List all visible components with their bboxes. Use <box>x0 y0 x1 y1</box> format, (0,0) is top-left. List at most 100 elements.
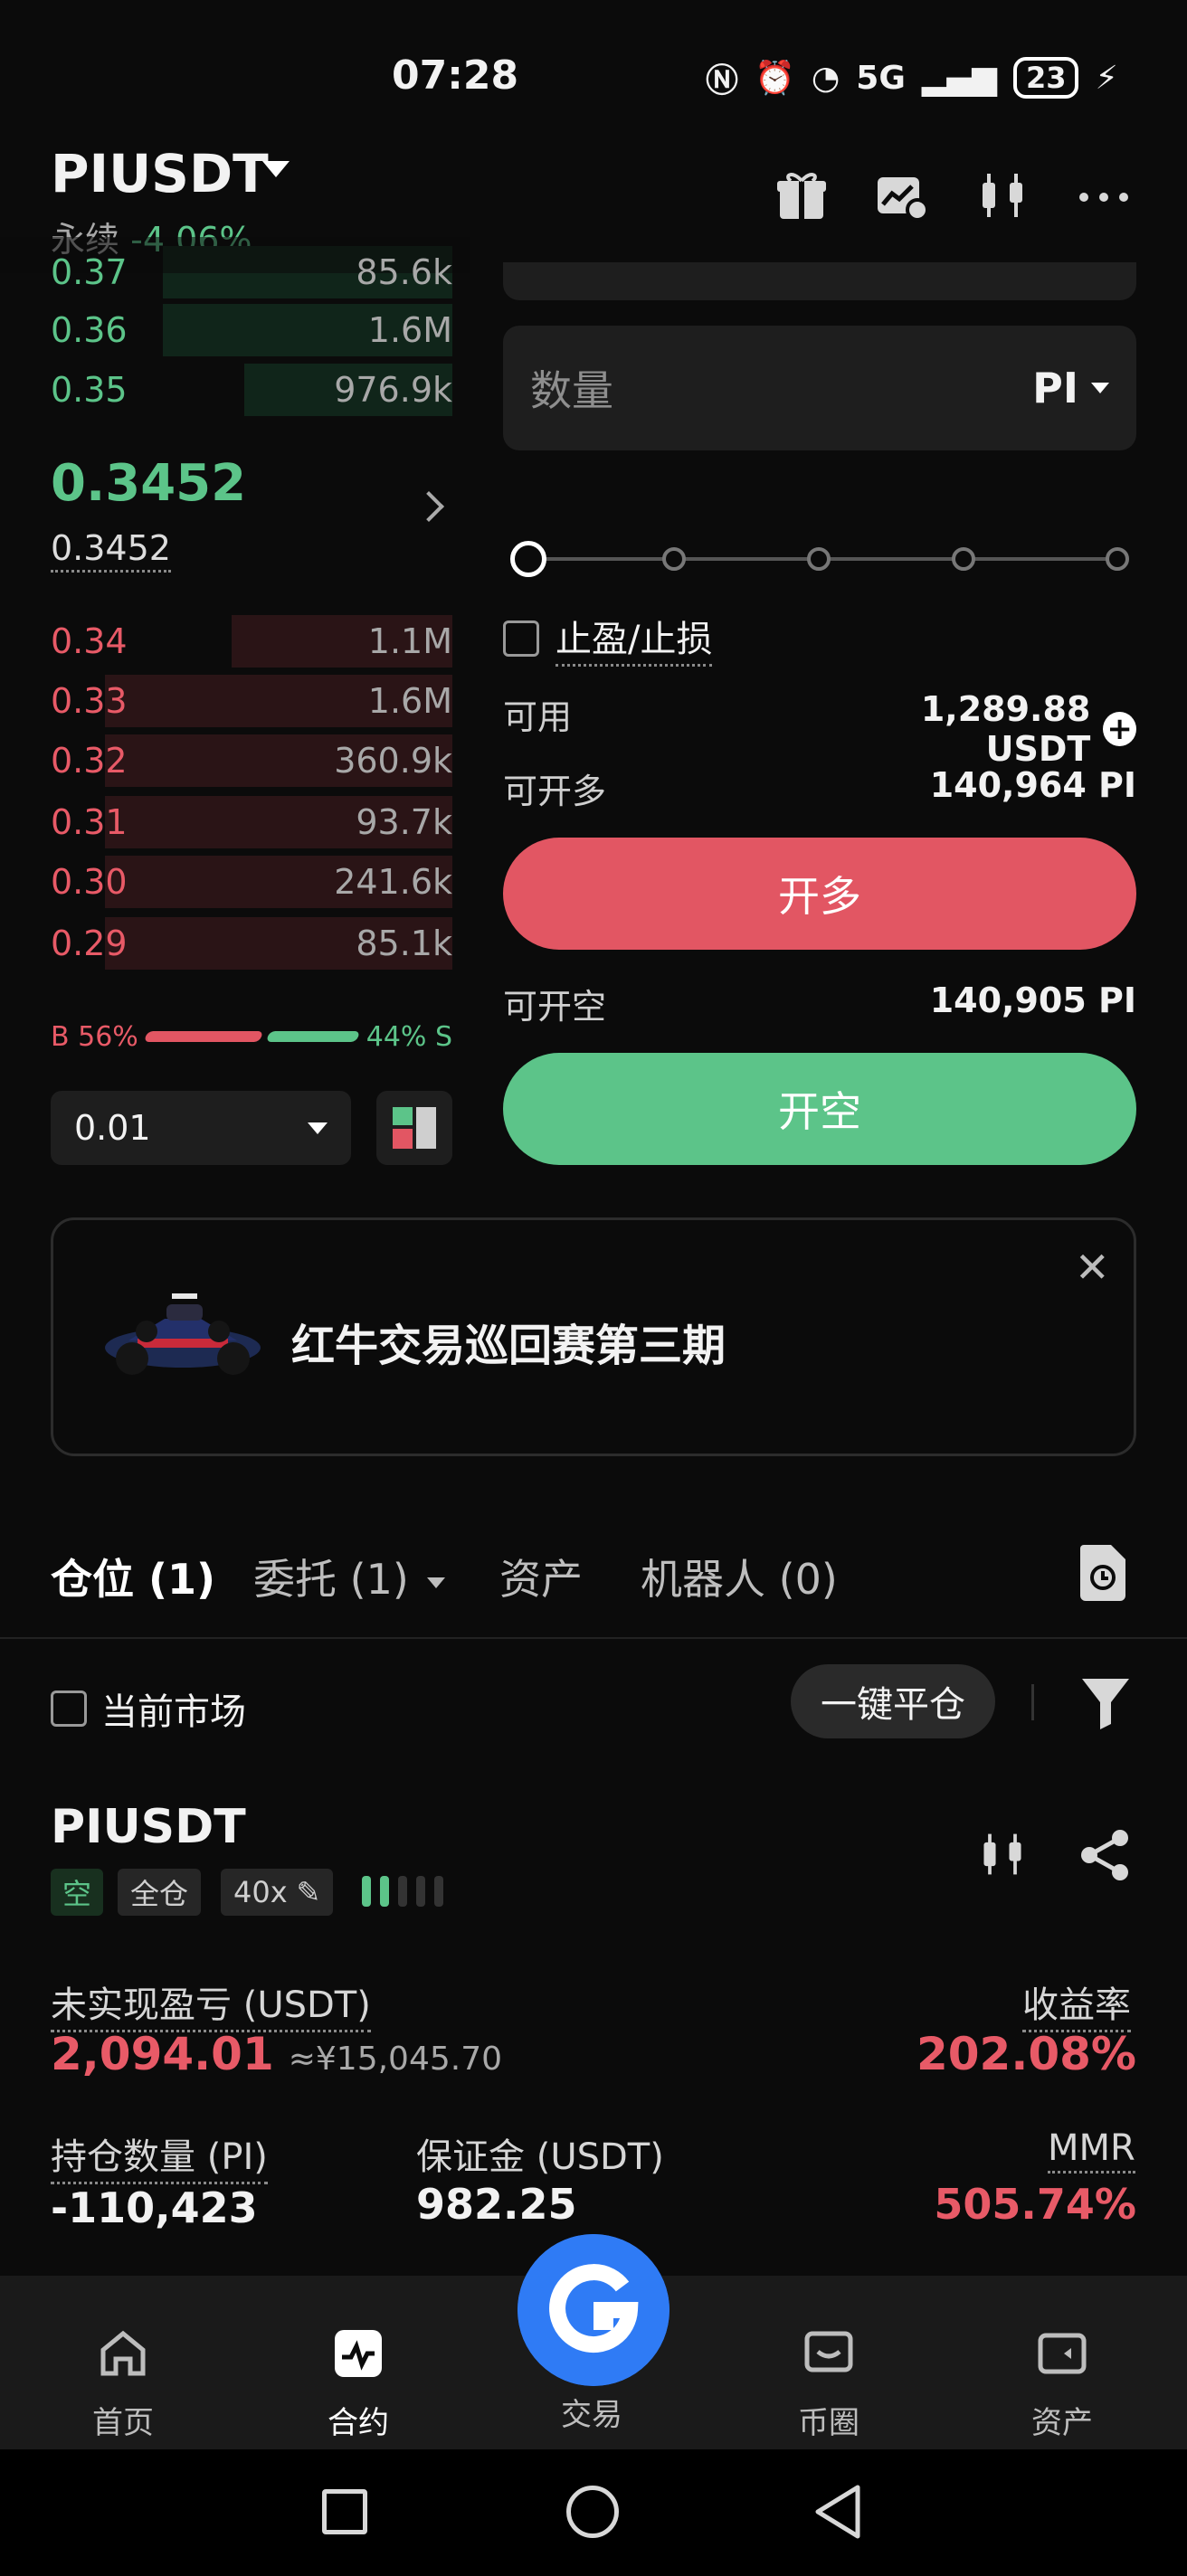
chart-settings-icon[interactable] <box>874 168 928 223</box>
bid-row[interactable]: 0.31 93.7k <box>51 792 452 852</box>
margin-mode-badge: 全仓 <box>118 1869 202 1916</box>
wallet-icon <box>1038 2333 1087 2374</box>
sell-ratio-bar <box>266 1031 361 1042</box>
buy-sell-ratio: B 56% 44% S <box>51 1018 452 1055</box>
candlestick-icon[interactable] <box>977 1827 1028 1881</box>
leverage-value: 40x <box>233 1875 288 1909</box>
more-icon[interactable] <box>1077 168 1131 223</box>
quantity-placeholder: 数量 <box>530 366 613 415</box>
mark-price[interactable]: 0.3452 <box>51 528 171 573</box>
nav-futures[interactable]: 合约 <box>295 2330 422 2442</box>
trade-fab-icon[interactable] <box>518 2234 669 2386</box>
margin-label: 保证金 (USDT) <box>416 2136 664 2178</box>
slider-stop-25[interactable] <box>662 547 686 571</box>
ask-row[interactable]: 0.36 1.6M <box>51 300 452 360</box>
bid-price: 0.34 <box>51 621 128 661</box>
ask-price: 0.35 <box>51 370 128 410</box>
share-icon[interactable] <box>1078 1829 1131 1881</box>
pair-title[interactable]: PIUSDT <box>51 143 269 204</box>
position-qty-value: -110,423 <box>51 2183 258 2232</box>
nav-futures-label: 合约 <box>328 2405 389 2441</box>
risk-bar <box>362 1876 371 1907</box>
tab-positions[interactable]: 仓位 (1) <box>51 1547 215 1606</box>
position-symbol[interactable]: PIUSDT <box>51 1800 246 1854</box>
bid-row[interactable]: 0.34 1.1M <box>51 611 452 671</box>
open-long-button[interactable]: 开多 <box>503 838 1136 950</box>
open-short-button[interactable]: 开空 <box>503 1053 1136 1165</box>
current-market-checkbox[interactable] <box>51 1690 87 1727</box>
signal-icon: ▂▄▆ <box>921 59 997 97</box>
order-history-icon[interactable] <box>1080 1545 1125 1601</box>
tp-sl-checkbox[interactable] <box>503 620 539 657</box>
nav-circle-label: 币圈 <box>798 2405 859 2441</box>
tab-divider <box>0 1637 1187 1639</box>
roe-value: 202.08% <box>916 2028 1136 2080</box>
risk-bar <box>380 1876 389 1907</box>
tab-bots[interactable]: 机器人 (0) <box>641 1547 838 1606</box>
home-icon <box>100 2330 146 2376</box>
alarm-icon: ⏰ <box>755 60 795 97</box>
bid-price: 0.29 <box>51 923 128 963</box>
chevron-down-icon[interactable] <box>262 161 290 177</box>
can-long-value: 140,964 PI <box>929 765 1136 805</box>
precision-select[interactable]: 0.01 <box>51 1091 351 1165</box>
ask-size: 1.6M <box>367 310 452 350</box>
bid-size: 1.6M <box>367 681 452 721</box>
unrealized-pnl: 2,094.01 ≈¥15,045.70 <box>51 2028 502 2080</box>
bid-row[interactable]: 0.30 241.6k <box>51 852 452 912</box>
bid-row[interactable]: 0.32 360.9k <box>51 731 452 791</box>
bid-size: 1.1M <box>367 621 452 661</box>
available-value: 1,289.88 USDT <box>920 689 1091 769</box>
current-market-label: 当前市场 <box>101 1691 246 1733</box>
slider-stop-75[interactable] <box>952 547 975 571</box>
mmr-label[interactable]: MMR <box>1048 2127 1135 2174</box>
slider-thumb[interactable] <box>510 541 546 577</box>
bid-price: 0.33 <box>51 681 128 721</box>
bid-row[interactable]: 0.29 85.1k <box>51 914 452 973</box>
slider-stop-50[interactable] <box>807 547 831 571</box>
back-icon[interactable] <box>812 2484 863 2540</box>
quantity-unit-select[interactable]: PI <box>1032 364 1109 412</box>
unrealized-pnl-label[interactable]: 未实现盈亏 (USDT) <box>51 1975 371 2032</box>
nav-trade-label[interactable]: 交易 <box>528 2390 655 2434</box>
nav-circle[interactable]: 币圈 <box>765 2330 892 2442</box>
edit-icon: ✎ <box>296 1875 321 1909</box>
filter-icon[interactable] <box>1080 1675 1131 1729</box>
candlestick-icon[interactable] <box>975 168 1030 223</box>
ratio-bar <box>143 1031 361 1042</box>
unrealized-pnl-value: 2,094.01 <box>51 2028 274 2080</box>
ask-price: 0.36 <box>51 310 128 350</box>
mmr-value: 505.74% <box>934 2180 1136 2229</box>
bid-size: 93.7k <box>356 802 452 842</box>
chevron-down-icon <box>308 1122 328 1134</box>
home-button-icon[interactable] <box>566 2486 619 2538</box>
tab-orders-label: 委托 (1) <box>253 1555 409 1604</box>
close-all-button[interactable]: 一键平仓 <box>791 1664 995 1738</box>
quantity-input[interactable]: 数量 PI <box>503 326 1136 450</box>
leverage-badge[interactable]: 40x ✎ <box>221 1869 334 1916</box>
position-qty-label[interactable]: 持仓数量 (PI) <box>51 2127 268 2184</box>
tab-orders[interactable]: 委托 (1) <box>253 1547 446 1606</box>
nav-assets-label: 资产 <box>1031 2405 1093 2441</box>
chevron-down-icon <box>427 1577 446 1588</box>
recent-apps-icon[interactable] <box>322 2489 367 2534</box>
ask-row[interactable]: 0.35 976.9k <box>51 360 452 420</box>
layout-toggle-icon[interactable] <box>376 1091 452 1165</box>
tab-assets[interactable]: 资产 <box>499 1547 583 1606</box>
close-icon[interactable]: ✕ <box>1075 1243 1110 1292</box>
charging-icon: ⚡ <box>1095 59 1118 97</box>
roe-label[interactable]: 收益率 <box>1022 1975 1131 2032</box>
price-input[interactable] <box>503 262 1136 300</box>
nav-assets[interactable]: 资产 <box>999 2330 1125 2442</box>
race-car-icon <box>105 1293 261 1375</box>
current-market-filter[interactable]: 当前市场 <box>51 1682 246 1735</box>
bid-size: 241.6k <box>334 862 452 902</box>
add-funds-icon[interactable]: + <box>1103 711 1136 747</box>
risk-bar <box>398 1876 407 1907</box>
gift-icon[interactable] <box>774 168 829 223</box>
tp-sl-toggle[interactable]: 止盈/止损 <box>503 610 713 667</box>
slider-stop-100[interactable] <box>1106 547 1129 571</box>
bid-row[interactable]: 0.33 1.6M <box>51 671 452 731</box>
chevron-right-icon[interactable] <box>413 491 444 522</box>
nav-home[interactable]: 首页 <box>60 2330 186 2442</box>
